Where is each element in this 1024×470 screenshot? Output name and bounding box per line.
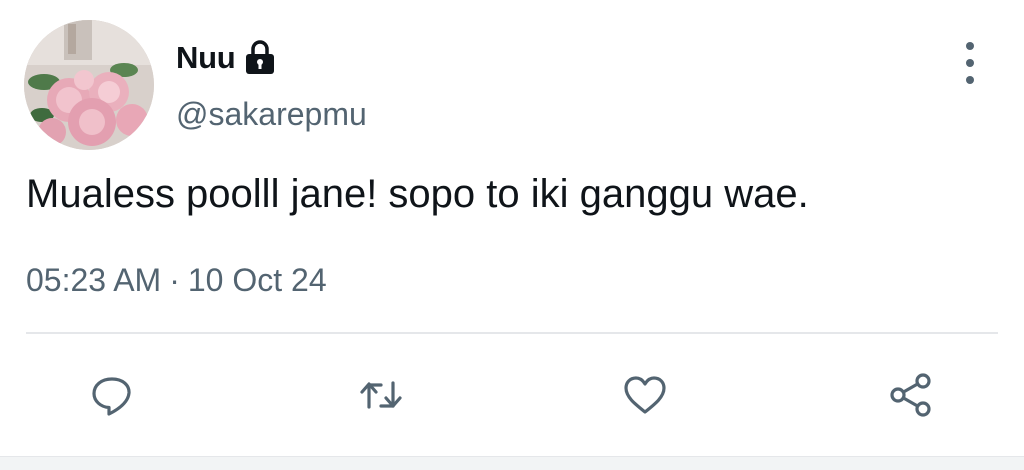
reply-bubble-icon <box>92 377 131 416</box>
bottom-border <box>0 456 1024 470</box>
tweet-timestamp[interactable]: 05:23 AM · 10 Oct 24 <box>26 262 327 299</box>
retweet-button[interactable] <box>354 368 408 422</box>
like-button[interactable] <box>618 368 672 422</box>
meta-separator: · <box>169 262 180 298</box>
tweet-text: Mualess poolll jane! sopo to iki ganggu … <box>26 172 809 216</box>
display-name[interactable]: Nuu <box>176 40 236 76</box>
share-button[interactable] <box>884 368 938 422</box>
heart-icon <box>624 376 666 414</box>
action-bar <box>0 368 1024 424</box>
more-dot <box>966 76 974 84</box>
reply-button[interactable] <box>85 368 139 422</box>
lock-icon <box>243 39 277 77</box>
avatar[interactable] <box>24 20 154 150</box>
more-dot <box>966 42 974 50</box>
more-vertical-icon[interactable] <box>955 42 985 84</box>
more-dot <box>966 59 974 67</box>
tweet-card: Nuu @sakarepmu Mualess poolll jane! sopo… <box>0 0 1024 470</box>
user-handle[interactable]: @sakarepmu <box>176 96 367 133</box>
divider <box>26 332 998 334</box>
retweet-icon <box>360 381 402 409</box>
tweet-date: 10 Oct 24 <box>187 262 327 298</box>
avatar-image <box>24 20 154 150</box>
tweet-time: 05:23 AM <box>26 262 162 298</box>
author-name-row: Nuu <box>176 38 277 78</box>
share-icon <box>890 373 931 417</box>
